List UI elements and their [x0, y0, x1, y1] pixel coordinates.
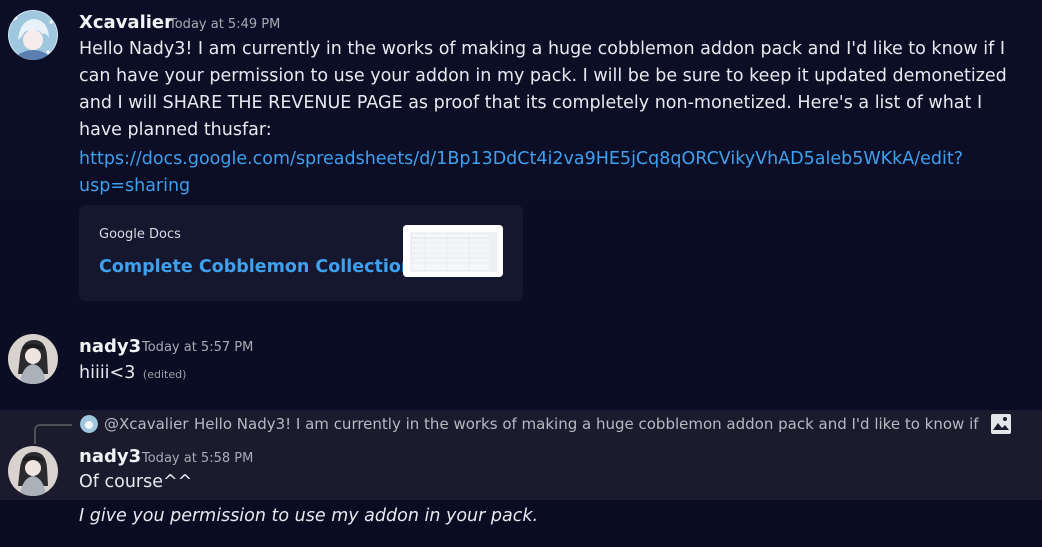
chat-log: Xcavalier Today at 5:49 PM Hello Nady3! … — [0, 0, 1042, 547]
message-timestamp: Today at 5:49 PM — [169, 17, 281, 32]
followup-message-text: I give you permission to use my addon in… — [79, 506, 539, 526]
image-icon — [990, 413, 1012, 435]
reply-preview[interactable]: Hello Nady3! I am currently in the works… — [194, 415, 984, 433]
message-author[interactable]: Xcavalier — [79, 12, 173, 33]
link-line-2[interactable]: usp=sharing — [79, 173, 963, 200]
message-text: Of course^^ — [79, 472, 193, 492]
embed-provider: Google Docs — [99, 227, 181, 242]
message-author[interactable]: nady3 — [79, 446, 141, 467]
link-line-1[interactable]: https://docs.google.com/spreadsheets/d/1… — [79, 146, 963, 173]
message-text: Hello Nady3! I am currently in the works… — [79, 39, 1007, 140]
reply-avatar[interactable] — [80, 415, 98, 433]
message-timestamp: Today at 5:58 PM — [142, 451, 254, 466]
message-body: hiiii<3 — [79, 363, 136, 383]
message-author[interactable]: nady3 — [79, 336, 141, 357]
reply-connector — [34, 424, 72, 444]
embed-thumbnail[interactable] — [403, 225, 503, 277]
reply-username[interactable]: @Xcavalier — [104, 415, 189, 433]
spreadsheet-link[interactable]: https://docs.google.com/spreadsheets/d/1… — [79, 146, 963, 200]
embed-title[interactable]: Complete Cobblemon Collection — [99, 257, 413, 277]
edited-label: (edited) — [142, 368, 187, 381]
xcavalier-avatar[interactable] — [8, 10, 58, 60]
nady3-avatar[interactable] — [8, 446, 58, 496]
message-text: hiiii<3 (edited) — [79, 360, 1012, 388]
nady3-avatar[interactable] — [8, 334, 58, 384]
message-timestamp: Today at 5:57 PM — [142, 340, 254, 355]
link-embed: Google Docs Complete Cobblemon Collectio… — [79, 205, 523, 301]
